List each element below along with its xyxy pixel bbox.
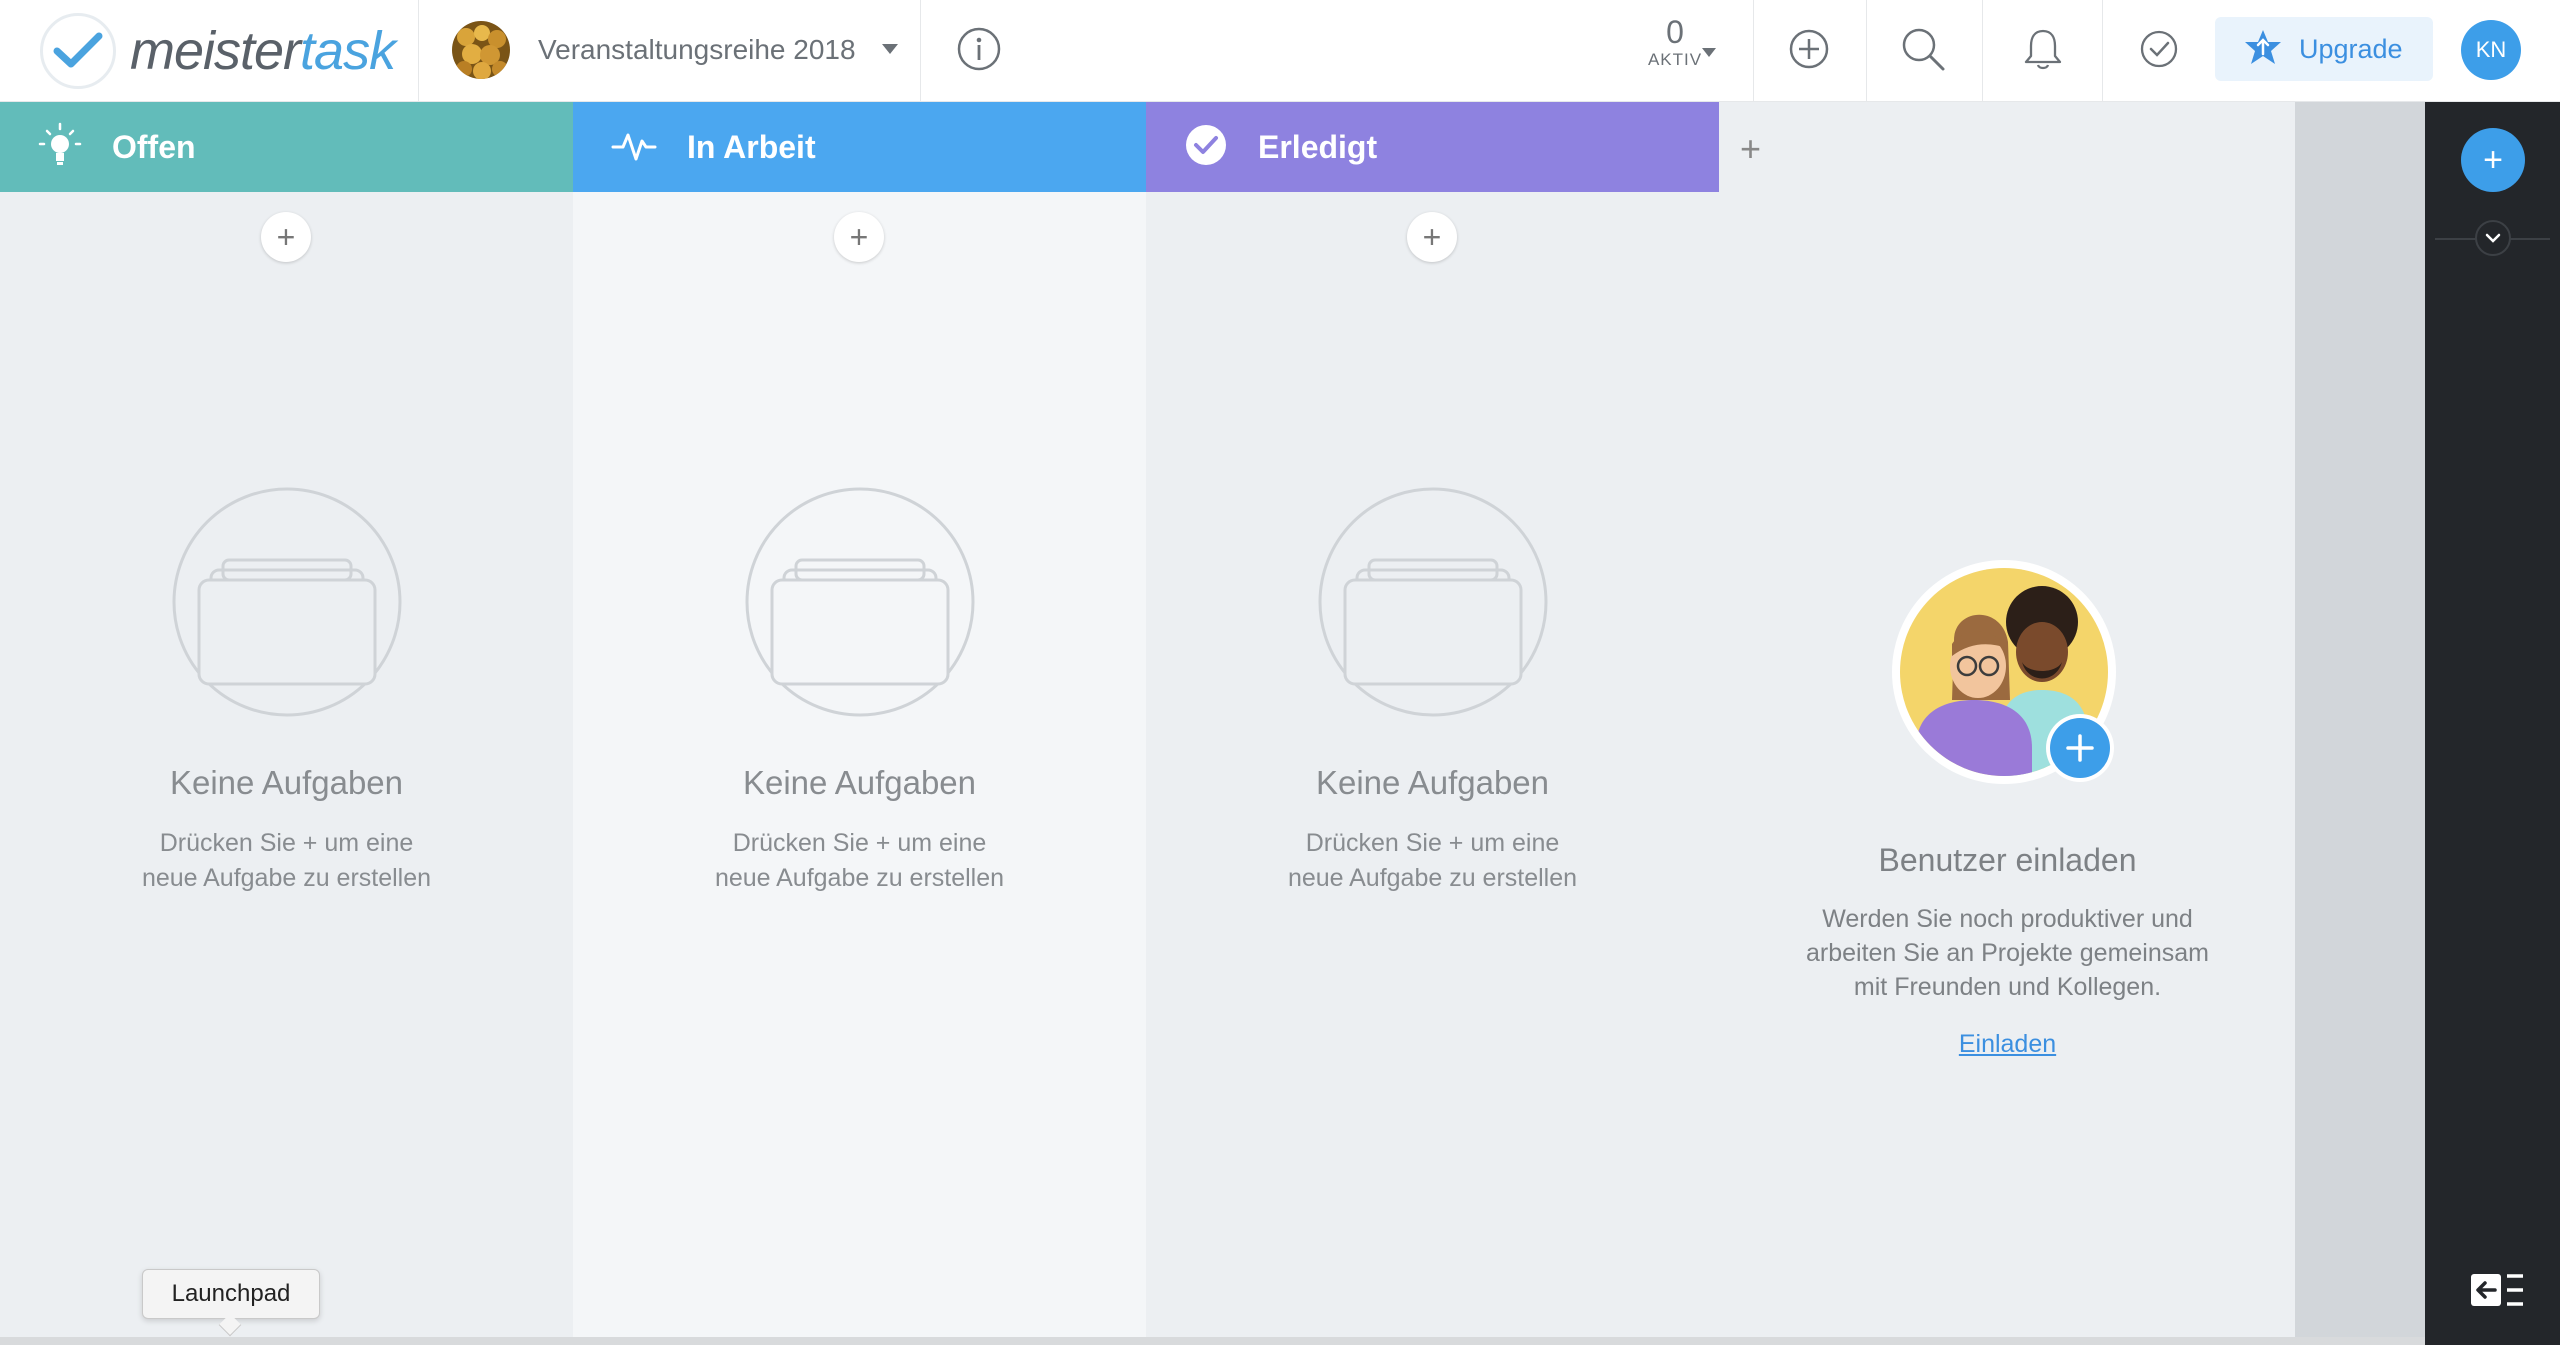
add-task-button[interactable]: + bbox=[261, 212, 311, 262]
column-title: In Arbeit bbox=[687, 128, 816, 165]
invite-line: Werden Sie noch produktiver und bbox=[1822, 905, 2193, 933]
app-logo[interactable]: meistertask bbox=[40, 12, 396, 90]
divider bbox=[2102, 0, 2103, 101]
top-bar: meistertask Veranstaltungsreihe 2018 0 A… bbox=[0, 0, 2560, 102]
column-erledigt: Erledigt + Keine Aufgaben Drücken Sie + … bbox=[1146, 102, 1719, 1345]
project-avatar bbox=[452, 21, 510, 79]
chevron-down-icon bbox=[881, 41, 898, 59]
empty-state-title: Keine Aufgaben bbox=[742, 764, 977, 801]
dock-edge bbox=[0, 1337, 2425, 1345]
divider bbox=[418, 0, 419, 101]
divider bbox=[1866, 0, 1867, 101]
upgrade-button[interactable]: Upgrade bbox=[2215, 17, 2433, 81]
activity-icon bbox=[611, 127, 657, 168]
upgrade-label: Upgrade bbox=[2299, 33, 2403, 64]
project-name: Veranstaltungsreihe 2018 bbox=[538, 34, 856, 65]
column-title: Offen bbox=[112, 128, 196, 165]
invite-panel: Benutzer einladen Werden Sie noch produk… bbox=[1720, 102, 2295, 1345]
launchpad-tooltip: Launchpad bbox=[142, 1269, 320, 1319]
invite-users-illustration bbox=[1892, 560, 2128, 796]
empty-folder-icon bbox=[171, 486, 403, 718]
empty-state-text: Drücken Sie + um eine neue Aufgabe zu er… bbox=[0, 826, 573, 896]
logo-text-meister: meister bbox=[130, 21, 301, 81]
empty-state-line: Drücken Sie + um eine bbox=[732, 829, 987, 857]
column-offen: Offen + Keine Aufgaben Drücken Sie + um … bbox=[0, 102, 573, 1345]
logo-check-icon bbox=[40, 13, 116, 89]
empty-state-text: Drücken Sie + um eine neue Aufgabe zu er… bbox=[573, 826, 1146, 896]
logo-text: meistertask bbox=[130, 20, 396, 82]
chevron-down-icon[interactable] bbox=[2475, 220, 2511, 256]
empty-state-line: neue Aufgabe zu erstellen bbox=[714, 864, 1005, 892]
invite-link[interactable]: Einladen bbox=[1720, 1030, 2295, 1059]
empty-state-line: neue Aufgabe zu erstellen bbox=[141, 864, 432, 892]
task-board: Offen + Keine Aufgaben Drücken Sie + um … bbox=[0, 102, 2295, 1345]
divider bbox=[920, 0, 921, 101]
check-badge-icon bbox=[1184, 123, 1228, 172]
column-in-arbeit: In Arbeit + Keine Aufgaben Drücken Sie +… bbox=[573, 102, 1146, 1345]
invite-title: Benutzer einladen bbox=[1878, 842, 2137, 878]
logo-text-task: task bbox=[300, 21, 396, 81]
bell-icon[interactable] bbox=[2020, 26, 2066, 72]
lightbulb-icon bbox=[38, 122, 82, 173]
user-avatar[interactable]: KN bbox=[2461, 20, 2521, 80]
right-sidebar: + bbox=[2425, 102, 2560, 1345]
add-task-button[interactable]: + bbox=[1407, 212, 1457, 262]
search-icon[interactable] bbox=[1900, 26, 1946, 72]
divider bbox=[1753, 0, 1754, 101]
invite-line: arbeiten Sie an Projekte gemeinsam bbox=[1805, 939, 2209, 967]
project-selector[interactable]: Veranstaltungsreihe 2018 bbox=[452, 18, 898, 82]
empty-state-text: Drücken Sie + um eine neue Aufgabe zu er… bbox=[1146, 826, 1719, 896]
column-title: Erledigt bbox=[1258, 128, 1378, 165]
empty-folder-icon bbox=[1317, 486, 1549, 718]
empty-state-title: Keine Aufgaben bbox=[169, 764, 404, 801]
empty-state-line: neue Aufgabe zu erstellen bbox=[1287, 864, 1578, 892]
empty-state-title: Keine Aufgaben bbox=[1315, 764, 1550, 801]
info-icon[interactable] bbox=[956, 26, 1002, 72]
check-circle-icon[interactable] bbox=[2136, 26, 2182, 72]
divider bbox=[1982, 0, 1983, 101]
add-circle-icon[interactable] bbox=[1786, 26, 1832, 72]
empty-state-line: Drücken Sie + um eine bbox=[1305, 829, 1560, 857]
column-header-offen[interactable]: Offen bbox=[0, 102, 573, 192]
column-header-erledigt[interactable]: Erledigt bbox=[1146, 102, 1719, 192]
sidebar-add-button[interactable]: + bbox=[2461, 128, 2525, 192]
column-header-in-arbeit[interactable]: In Arbeit bbox=[573, 102, 1146, 192]
board-scroll-gutter bbox=[2295, 102, 2425, 1345]
empty-folder-icon bbox=[744, 486, 976, 718]
star-upgrade-icon bbox=[2243, 28, 2283, 71]
chevron-down-icon[interactable] bbox=[1702, 44, 1716, 62]
empty-state-line: Drücken Sie + um eine bbox=[159, 829, 414, 857]
invite-description: Werden Sie noch produktiver und arbeiten… bbox=[1720, 902, 2295, 1004]
invite-line: mit Freunden und Kollegen. bbox=[1853, 973, 2162, 1001]
add-task-button[interactable]: + bbox=[834, 212, 884, 262]
collapse-sidebar-icon[interactable] bbox=[2471, 1272, 2523, 1312]
